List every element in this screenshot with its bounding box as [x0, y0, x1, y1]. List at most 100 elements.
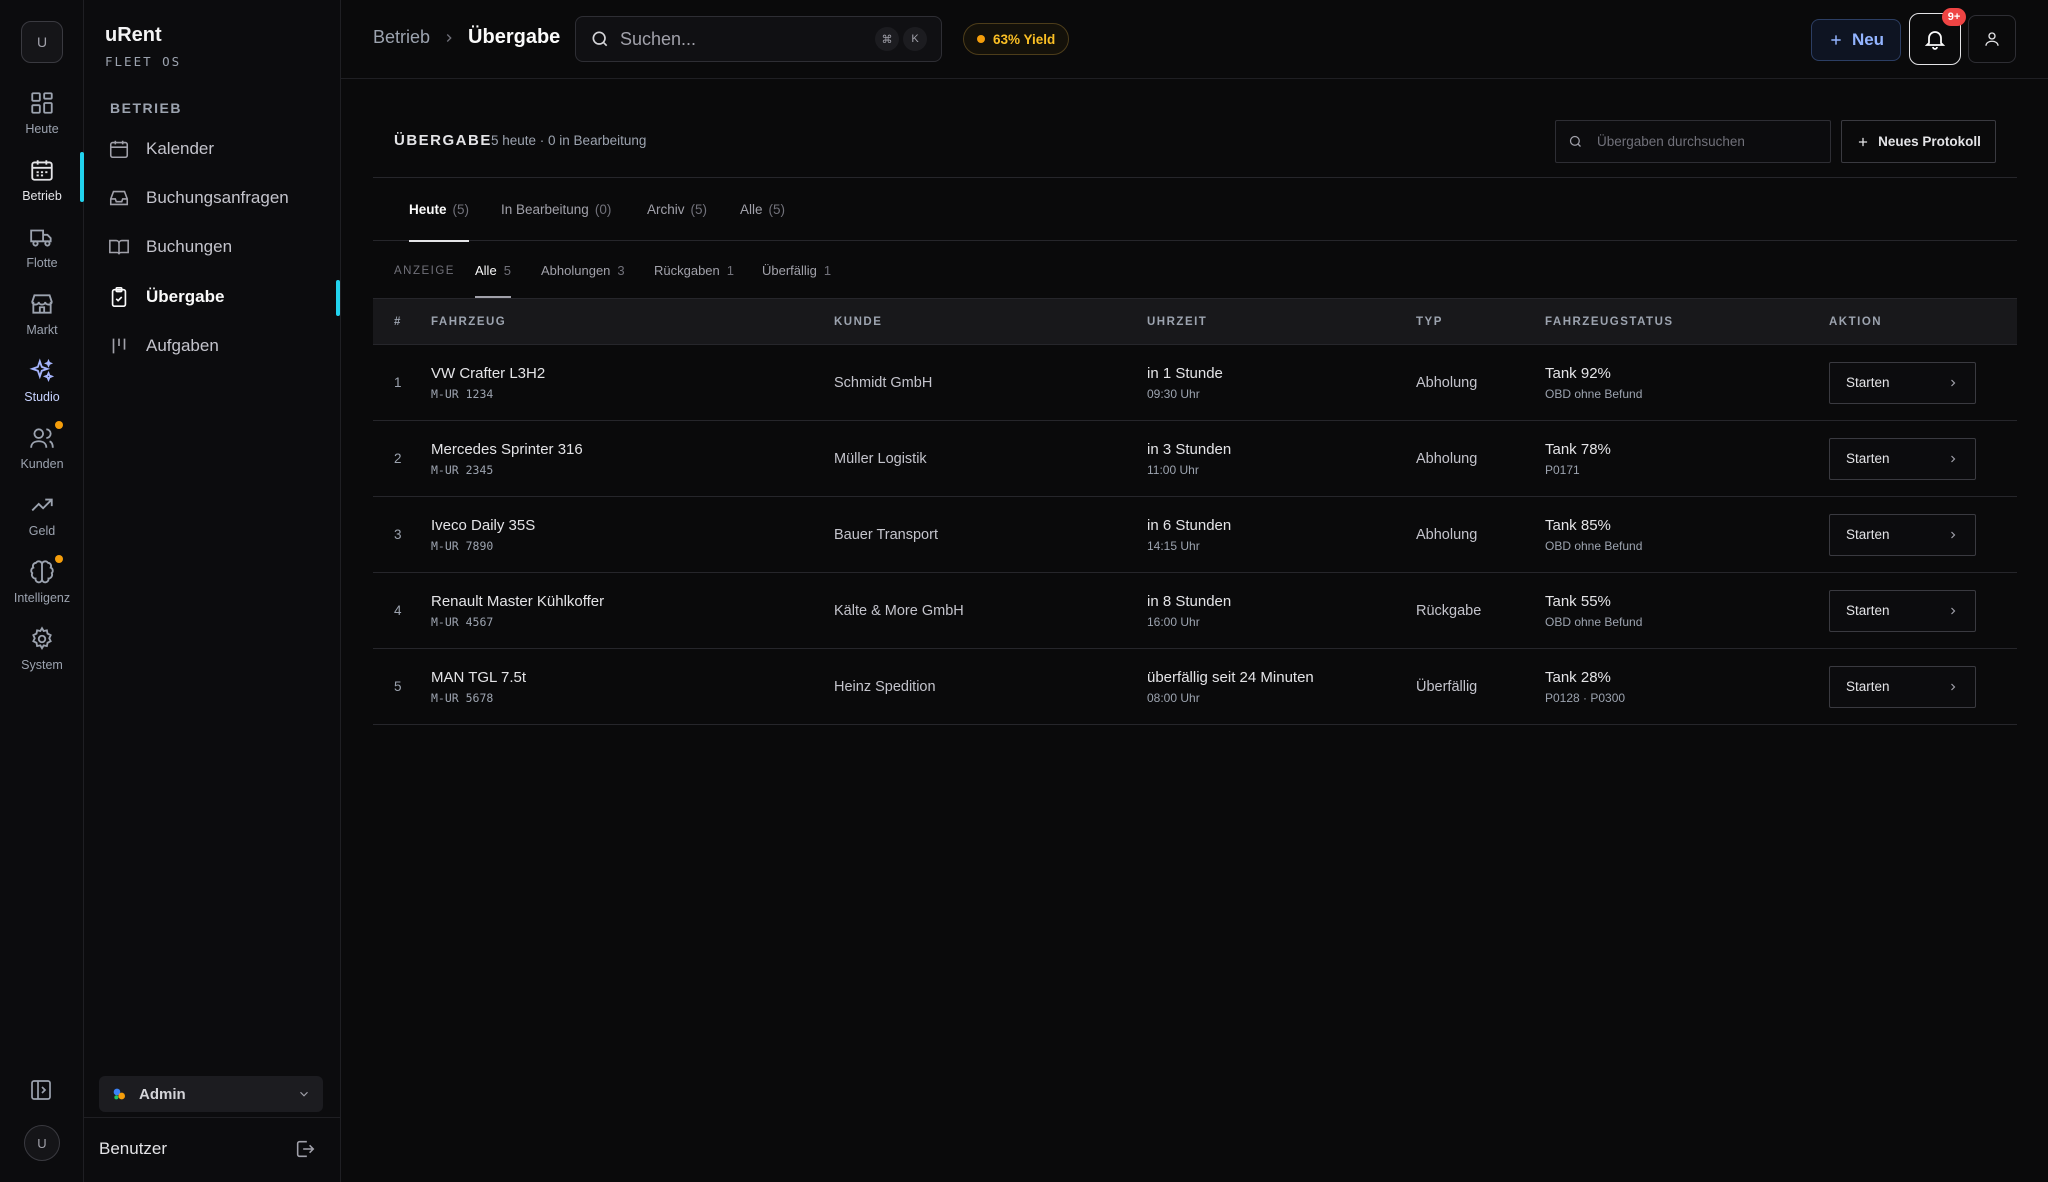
- license-plate: M-UR 7890: [431, 538, 494, 553]
- global-search[interactable]: ⌘ K: [575, 16, 942, 62]
- brand-name: uRent: [105, 24, 162, 46]
- start-button[interactable]: Starten: [1829, 589, 1976, 632]
- search-input[interactable]: [620, 28, 871, 50]
- search-icon: [590, 29, 610, 49]
- notifications-button[interactable]: 9+: [1909, 8, 1966, 65]
- start-label: Starten: [1846, 603, 1890, 618]
- obd-status: P0128 · P0300: [1545, 690, 1626, 705]
- time-cell: in 1 Stunde 09:30 Uhr: [1147, 344, 1416, 421]
- type-cell: Abholung: [1416, 496, 1545, 573]
- vehicle-cell: Mercedes Sprinter 316 M-UR 2345: [431, 420, 834, 497]
- new-button[interactable]: Neu: [1811, 19, 1901, 61]
- action-cell: Starten: [1829, 572, 2017, 649]
- workspace-avatar[interactable]: U: [21, 21, 63, 63]
- relative-time: in 8 Stunden: [1147, 592, 1232, 610]
- sidebar-toggle-icon[interactable]: [29, 1078, 55, 1104]
- yield-label: 63% Yield: [993, 31, 1056, 47]
- action-cell: Starten: [1829, 344, 2017, 421]
- tab-alle[interactable]: Alle (5): [740, 178, 785, 241]
- row-number: 4: [373, 572, 431, 649]
- logout-icon[interactable]: [294, 1138, 316, 1160]
- icon-rail: U Heute Betrieb Flotte Markt Studio Kund…: [0, 0, 84, 1182]
- filter-label: Rückgaben: [654, 262, 720, 278]
- calendar-icon: [29, 157, 55, 183]
- obd-status: OBD ohne Befund: [1545, 386, 1643, 401]
- page-header: ÜBERGABE 5 heute · 0 in Bearbeitung Neue…: [373, 80, 2017, 178]
- time-cell: in 6 Stunden 14:15 Uhr: [1147, 496, 1416, 573]
- user-menu-button[interactable]: [1968, 15, 2016, 63]
- sidebar-item-kalender[interactable]: Kalender: [108, 129, 336, 169]
- sidebar-item-buchungsanfragen[interactable]: Buchungsanfragen: [108, 178, 336, 218]
- rail-item-system[interactable]: System: [0, 622, 84, 682]
- handover-search-input[interactable]: [1597, 134, 1818, 149]
- start-button[interactable]: Starten: [1829, 361, 1976, 404]
- rail-label: Heute: [25, 122, 59, 136]
- rail-item-intelligenz[interactable]: Intelligenz: [0, 555, 84, 615]
- vehicle-cell: Iveco Daily 35S M-UR 7890: [431, 496, 834, 573]
- vehicle-name: Renault Master Kühlkoffer: [431, 592, 605, 610]
- rail-label: Kunden: [20, 457, 64, 471]
- user-name: Benutzer: [99, 1139, 168, 1158]
- filter-count: 1: [726, 262, 735, 278]
- sidebar-item-label: Buchungen: [146, 237, 233, 256]
- shortcut-key: K: [903, 27, 927, 51]
- shortcut-key: ⌘: [875, 27, 899, 51]
- rail-item-markt[interactable]: Markt: [0, 287, 84, 347]
- tab-label: Heute: [409, 202, 447, 217]
- rail-item-flotte[interactable]: Flotte: [0, 220, 84, 280]
- filter-abholungen[interactable]: Abholungen 3: [541, 242, 625, 298]
- rail-item-kunden[interactable]: Kunden: [0, 421, 84, 481]
- user-avatar[interactable]: U: [24, 1125, 60, 1161]
- yield-dot: [977, 35, 985, 43]
- table-row[interactable]: 4 Renault Master Kühlkoffer M-UR 4567 Käl…: [373, 572, 2017, 649]
- truck-icon: [29, 224, 55, 250]
- license-plate: M-UR 1234: [431, 386, 494, 401]
- brain-icon: [29, 555, 63, 585]
- vehicle-cell: MAN TGL 7.5t M-UR 5678: [431, 648, 834, 725]
- filter-alle[interactable]: Alle 5: [475, 242, 511, 298]
- chevron-right-icon: [1947, 377, 1959, 389]
- filter-rueckgaben[interactable]: Rückgaben 1: [654, 242, 734, 298]
- time-cell: in 8 Stunden 16:00 Uhr: [1147, 572, 1416, 649]
- table-row[interactable]: 5 MAN TGL 7.5t M-UR 5678 Heinz Spedition …: [373, 648, 2017, 725]
- tab-archiv[interactable]: Archiv (5): [647, 178, 707, 241]
- start-button[interactable]: Starten: [1829, 665, 1976, 708]
- handover-search[interactable]: [1555, 120, 1831, 163]
- rail-item-heute[interactable]: Heute: [0, 86, 84, 146]
- customer-cell: Heinz Spedition: [834, 648, 1147, 725]
- rail-item-geld[interactable]: Geld: [0, 488, 84, 548]
- filter-ueberfaellig[interactable]: Überfällig 1: [762, 242, 831, 298]
- status-cell: Tank 28% P0128 · P0300: [1545, 648, 1829, 725]
- yield-badge[interactable]: 63% Yield: [963, 23, 1070, 55]
- start-button[interactable]: Starten: [1829, 513, 1976, 556]
- tab-heute[interactable]: Heute (5): [409, 178, 470, 242]
- relative-time: in 1 Stunde: [1147, 364, 1223, 382]
- start-label: Starten: [1846, 679, 1890, 694]
- table-row[interactable]: 1 VW Crafter L3H2 M-UR 1234 Schmidt GmbH …: [373, 344, 2017, 421]
- page-meta: 5 heute · 0 in Bearbeitung: [491, 133, 647, 148]
- table-row[interactable]: 2 Mercedes Sprinter 316 M-UR 2345 Müller …: [373, 420, 2017, 497]
- new-protocol-button[interactable]: Neues Protokoll: [1841, 120, 1996, 163]
- rail-item-betrieb[interactable]: Betrieb: [0, 153, 84, 213]
- grid-icon: [29, 90, 55, 116]
- tank-level: Tank 92%: [1545, 364, 1611, 382]
- role-select[interactable]: Admin: [99, 1076, 323, 1112]
- filter-label: Überfällig: [762, 262, 817, 278]
- sidebar-item-buchungen[interactable]: Buchungen: [108, 227, 336, 267]
- start-button[interactable]: Starten: [1829, 437, 1976, 480]
- sidebar: uRent FLEET OS BETRIEB Kalender Buchungs…: [84, 0, 341, 1182]
- breadcrumb-parent[interactable]: Betrieb: [373, 27, 430, 48]
- handover-table: # FAHRZEUG KUNDE UHRZEIT TYP FAHRZEUGSTA…: [373, 298, 2017, 725]
- table-row[interactable]: 3 Iveco Daily 35S M-UR 7890 Bauer Transpo…: [373, 496, 2017, 573]
- sidebar-item-aufgaben[interactable]: Aufgaben: [108, 326, 336, 366]
- row-number: 2: [373, 420, 431, 497]
- rail-item-studio[interactable]: Studio: [0, 354, 84, 414]
- vehicle-name: Iveco Daily 35S: [431, 516, 536, 534]
- gear-icon: [29, 626, 55, 652]
- vehicle-cell: Renault Master Kühlkoffer M-UR 4567: [431, 572, 834, 649]
- rail-label: Studio: [24, 390, 60, 404]
- tabs: Heute (5) In Bearbeitung (0) Archiv (5) …: [373, 178, 2017, 242]
- tab-in-bearbeitung[interactable]: In Bearbeitung (0): [501, 178, 611, 241]
- sidebar-item-uebergabe[interactable]: Übergabe: [108, 277, 336, 317]
- obd-status: OBD ohne Befund: [1545, 538, 1643, 553]
